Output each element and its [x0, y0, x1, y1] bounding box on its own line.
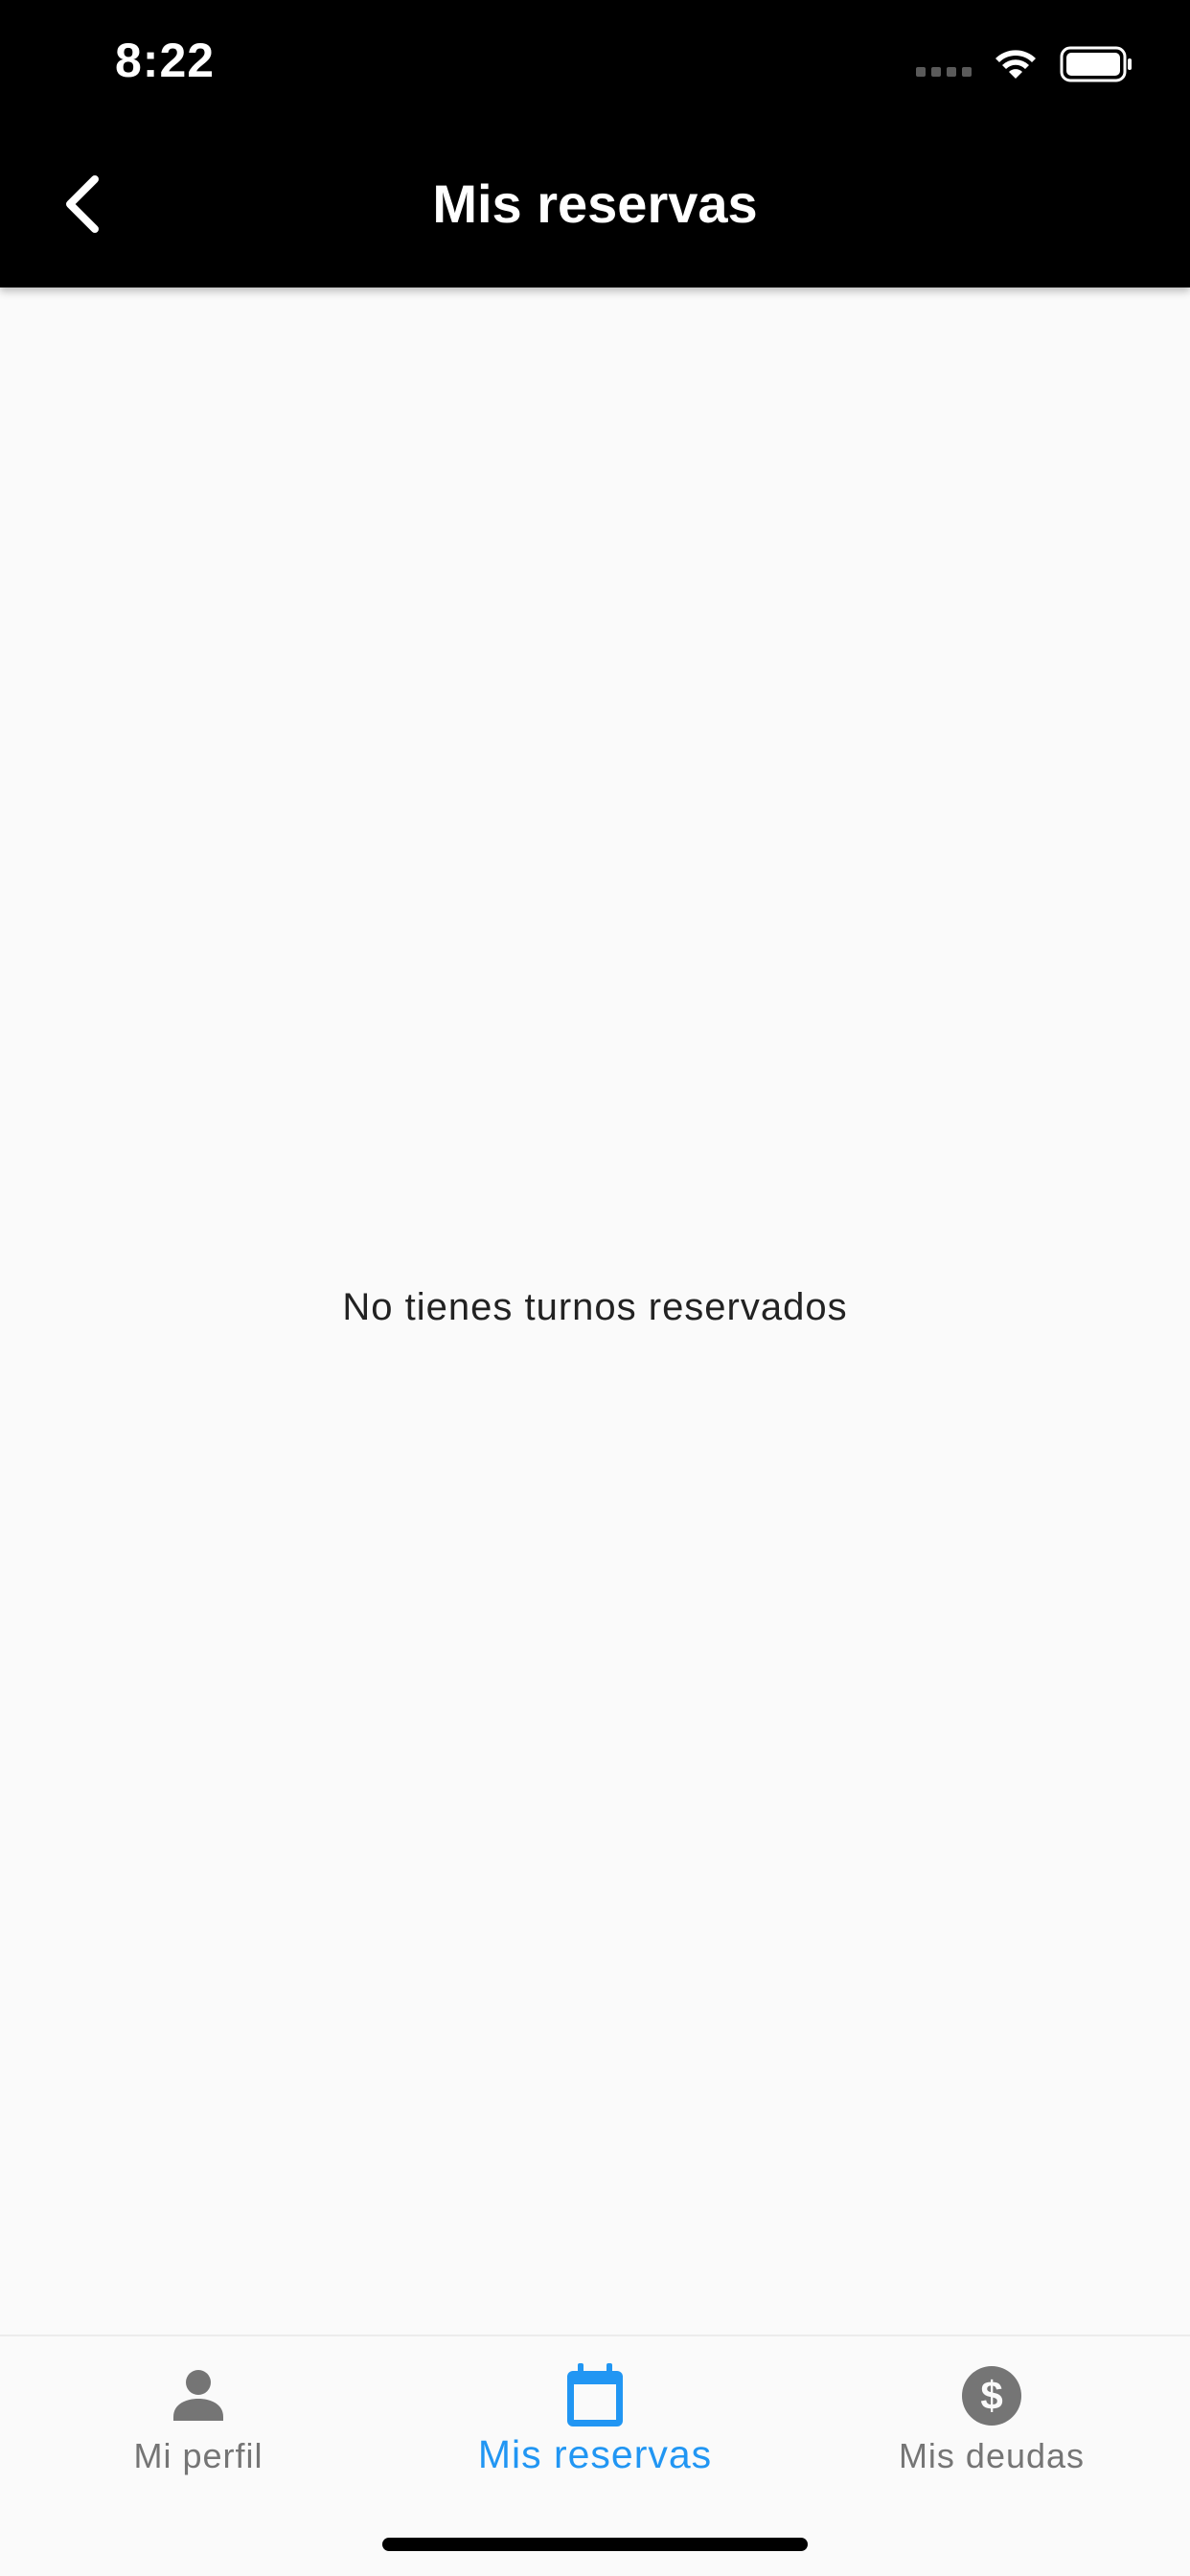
nav-label-mis-reservas: Mis reservas [477, 2432, 713, 2476]
nav-label-mi-perfil: Mi perfil [133, 2436, 263, 2475]
calendar-icon [561, 2361, 629, 2430]
nav-item-mis-deudas[interactable]: $ Mis deudas [793, 2336, 1190, 2499]
empty-state-message: No tienes turnos reservados [342, 1286, 848, 1328]
nav-label-mis-deudas: Mis deudas [898, 2436, 1086, 2475]
nav-item-mi-perfil[interactable]: Mi perfil [0, 2336, 397, 2499]
cellular-signal-icon [916, 44, 972, 84]
person-icon [164, 2361, 233, 2430]
home-indicator[interactable] [382, 2538, 808, 2551]
wifi-icon [993, 46, 1039, 82]
nav-item-mis-reservas[interactable]: Mis reservas [397, 2336, 793, 2499]
dollar-icon: $ [957, 2361, 1026, 2430]
status-time: 8:22 [115, 34, 216, 87]
app-header: 8:22 Mis reservas [0, 0, 1190, 288]
status-icons [916, 44, 1133, 84]
svg-text:$: $ [980, 2373, 1002, 2418]
page-title: Mis reservas [432, 173, 758, 234]
battery-icon [1060, 46, 1133, 82]
